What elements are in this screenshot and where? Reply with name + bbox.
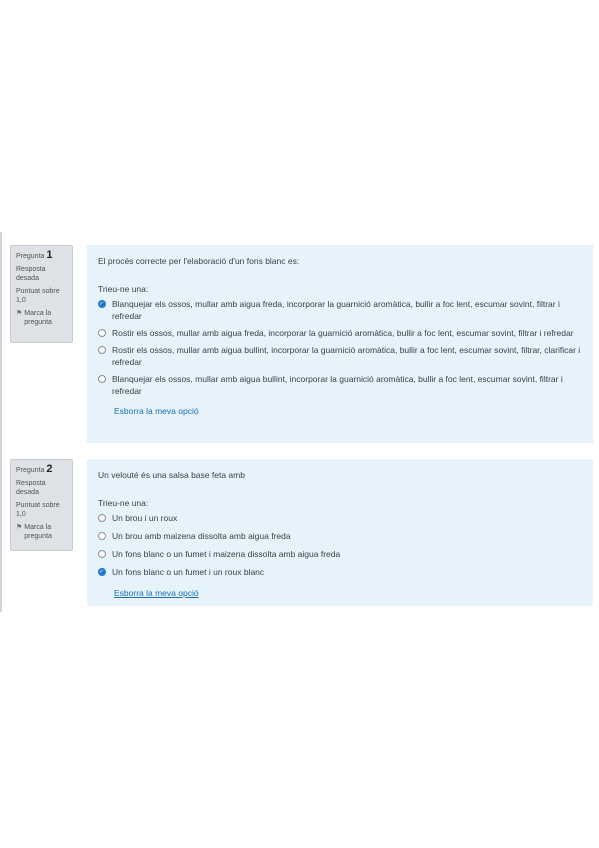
flag-icon[interactable]: ⚑ (16, 523, 22, 542)
question-content: Un velouté és una salsa base feta amb Tr… (87, 459, 593, 606)
answer-option-d[interactable]: Un fons blanc o un fumet i un roux blanc (98, 566, 583, 578)
answer-radio-a[interactable] (98, 300, 106, 308)
answer-radio-b[interactable] (98, 329, 106, 337)
answer-option-a[interactable]: Un brou i un roux (98, 512, 583, 524)
page-left-border (0, 232, 2, 612)
question-number-value: 1 (46, 249, 53, 261)
question-grade: Puntuat sobre 1,0 (16, 287, 60, 305)
answer-radio-a[interactable] (98, 514, 106, 522)
clear-choice-link[interactable]: Esborra la meva opció (114, 405, 199, 417)
question-number-prefix: Pregunta (16, 467, 45, 474)
answer-label-c[interactable]: Un fons blanc o un fumet i maizena disso… (112, 548, 340, 560)
answer-label-b[interactable]: Rostir els ossos, mullar amb aigua freda… (112, 327, 574, 339)
answer-label-d[interactable]: Un fons blanc o un fumet i un roux blanc (112, 566, 264, 578)
question-info-panel: Pregunta 1 Resposta desada Puntuat sobre… (10, 245, 73, 343)
question-grade: Puntuat sobre 1,0 (16, 501, 60, 519)
question-number: Pregunta 2 (16, 463, 68, 476)
question-info-panel: Pregunta 2 Resposta desada Puntuat sobre… (10, 459, 73, 551)
answer-option-b[interactable]: Un brou amb maizena dissolta amb aigua f… (98, 530, 583, 542)
answer-option-b[interactable]: Rostir els ossos, mullar amb aigua freda… (98, 327, 583, 339)
question-state: Resposta desada (16, 479, 46, 497)
question-text: El procés correcte per l'elaboració d'un… (98, 256, 300, 266)
clear-choice-link[interactable]: Esborra la meva opció (114, 587, 199, 599)
answer-radio-d[interactable] (98, 375, 106, 383)
question-number-value: 2 (46, 463, 53, 475)
flag-icon[interactable]: ⚑ (16, 309, 22, 328)
answer-label-a[interactable]: Blanquejar els ossos, mullar amb aigua f… (112, 298, 583, 322)
answer-option-c[interactable]: Rostir els ossos, mullar amb aigua bulli… (98, 344, 583, 368)
answer-list: Blanquejar els ossos, mullar amb aigua f… (98, 298, 583, 397)
question-content: El procés correcte per l'elaboració d'un… (87, 245, 593, 443)
answer-radio-c[interactable] (98, 346, 106, 354)
answer-option-a[interactable]: Blanquejar els ossos, mullar amb aigua f… (98, 298, 583, 322)
flag-question-label[interactable]: Marca la pregunta (24, 309, 68, 328)
answer-label-d[interactable]: Blanquejar els ossos, mullar amb aigua b… (112, 373, 583, 397)
answer-radio-c[interactable] (98, 550, 106, 558)
answer-list: Un brou i un roux Un brou amb maizena di… (98, 512, 583, 578)
question-text: Un velouté és una salsa base feta amb (98, 470, 245, 480)
answer-label-a[interactable]: Un brou i un roux (112, 512, 177, 524)
answer-radio-b[interactable] (98, 532, 106, 540)
flag-question-toggle[interactable]: ⚑ Marca la pregunta (16, 309, 68, 328)
answer-label-b[interactable]: Un brou amb maizena dissolta amb aigua f… (112, 530, 291, 542)
flag-question-label[interactable]: Marca la pregunta (24, 523, 68, 542)
answer-prompt: Trieu-ne una: (98, 284, 149, 294)
answer-radio-d[interactable] (98, 568, 106, 576)
question-number-prefix: Pregunta (16, 253, 45, 260)
answer-option-d[interactable]: Blanquejar els ossos, mullar amb aigua b… (98, 373, 583, 397)
answer-prompt: Trieu-ne una: (98, 498, 149, 508)
flag-question-toggle[interactable]: ⚑ Marca la pregunta (16, 523, 68, 542)
answer-label-c[interactable]: Rostir els ossos, mullar amb aigua bulli… (112, 344, 583, 368)
question-number: Pregunta 1 (16, 249, 68, 262)
answer-option-c[interactable]: Un fons blanc o un fumet i maizena disso… (98, 548, 583, 560)
question-state: Resposta desada (16, 265, 46, 283)
